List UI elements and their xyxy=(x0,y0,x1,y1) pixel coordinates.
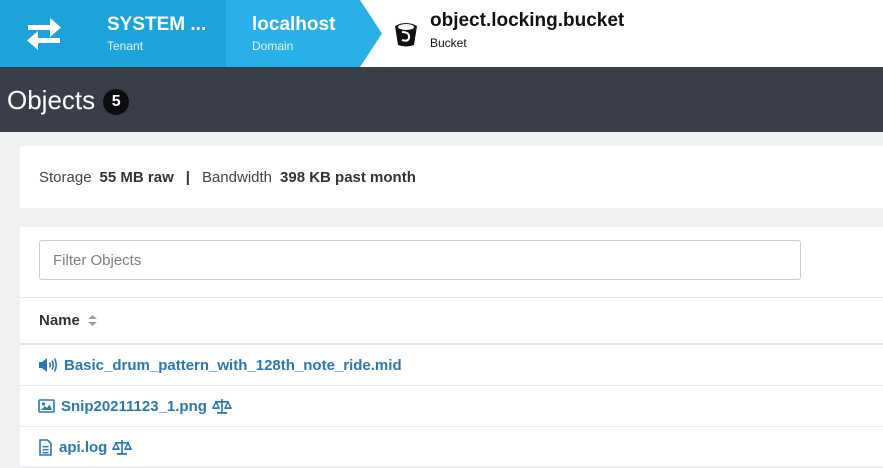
breadcrumb-separator-icon xyxy=(360,0,382,67)
breadcrumb-domain[interactable]: localhost Domain xyxy=(226,0,360,67)
usage-stats: Storage 55 MB raw | Bandwidth 398 KB pas… xyxy=(20,146,883,208)
domain-name: localhost xyxy=(252,13,336,35)
bucket-name: object.locking.bucket xyxy=(430,10,625,31)
swap-arrows-icon xyxy=(27,17,61,50)
table-row: Snip20211123_1.png xyxy=(20,386,883,427)
bucket-icon xyxy=(395,22,417,46)
breadcrumb-bucket: object.locking.bucket Bucket xyxy=(392,0,624,67)
legal-hold-icon xyxy=(112,439,133,455)
bandwidth-value: 398 KB past month xyxy=(280,168,416,186)
stats-separator: | xyxy=(185,168,190,186)
image-icon xyxy=(38,399,55,413)
storage-label: Storage xyxy=(39,168,92,186)
switch-context-button[interactable] xyxy=(0,0,88,67)
sort-icon[interactable] xyxy=(87,315,97,326)
tenant-name: SYSTEM ... xyxy=(107,13,207,35)
storage-value: 55 MB raw xyxy=(99,168,174,186)
filter-objects-input[interactable] xyxy=(39,240,801,280)
object-link[interactable]: Snip20211123_1.png xyxy=(61,398,207,415)
tenant-label: Tenant xyxy=(107,38,144,53)
breadcrumb-tenant[interactable]: SYSTEM ... Tenant xyxy=(88,0,226,67)
object-link[interactable]: api.log xyxy=(59,439,107,456)
column-header-name[interactable]: Name xyxy=(39,312,80,329)
legal-hold-icon xyxy=(211,398,232,414)
table-header: Name xyxy=(20,297,883,345)
breadcrumb: SYSTEM ... Tenant localhost Domain objec… xyxy=(0,0,883,67)
bandwidth-label: Bandwidth xyxy=(201,168,273,186)
objects-panel: Name Basic_drum_pattern_with_128th_note_… xyxy=(20,227,883,468)
bucket-label: Bucket xyxy=(430,36,467,50)
table-row: Basic_drum_pattern_with_128th_note_ride.… xyxy=(20,345,883,386)
table-row: api.log xyxy=(20,427,883,468)
object-link[interactable]: Basic_drum_pattern_with_128th_note_ride.… xyxy=(64,357,402,374)
object-count-badge: 5 xyxy=(103,88,130,115)
document-icon xyxy=(38,438,53,456)
page-header: Objects 5 xyxy=(0,67,883,132)
domain-label: Domain xyxy=(252,38,294,53)
page-title: Objects xyxy=(7,84,96,115)
audio-icon xyxy=(38,357,58,373)
